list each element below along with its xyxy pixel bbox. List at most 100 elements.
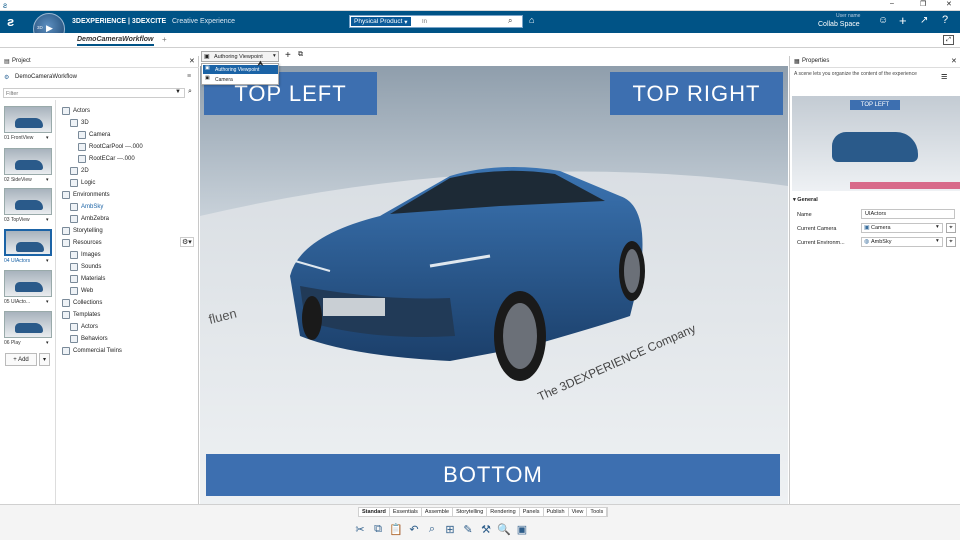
share-icon[interactable]: ↗: [920, 15, 928, 26]
zoom-fit-icon[interactable]: ⌕: [424, 522, 440, 536]
chevron-down-icon[interactable]: ▾: [46, 135, 49, 141]
copy-icon[interactable]: ⧉: [370, 522, 386, 536]
tree-item[interactable]: Storytelling: [62, 225, 103, 236]
tab-rendering[interactable]: Rendering: [487, 508, 520, 516]
chevron-down-icon[interactable]: ▾: [46, 340, 49, 346]
add-scene-button[interactable]: + Add: [5, 353, 37, 366]
tab-democameraworkflow[interactable]: DemoCameraWorkflow: [77, 36, 154, 46]
camera-pick-icon[interactable]: ⌖: [946, 223, 956, 233]
viewpoint-settings-icon[interactable]: ⧉: [298, 51, 303, 59]
undo-icon[interactable]: ↶: [406, 522, 422, 536]
tree-item[interactable]: Images: [70, 249, 101, 260]
search-scope-dropdown[interactable]: Physical Product ▾: [351, 17, 411, 26]
tag-icon[interactable]: ⌂: [529, 15, 534, 25]
search-input[interactable]: [422, 17, 502, 26]
tree-item[interactable]: Commercial Twins: [62, 345, 122, 356]
collab-space[interactable]: Collab Space: [818, 21, 860, 28]
cube-icon[interactable]: ▣: [514, 522, 530, 536]
tree-item[interactable]: Actors: [70, 321, 98, 332]
tools-icon[interactable]: ⚒: [478, 522, 494, 536]
filter-box: ▼: [3, 88, 185, 98]
tree-item[interactable]: RootCarPool ---.000: [78, 141, 143, 152]
scene-thumbnail[interactable]: [4, 311, 52, 338]
options-icon[interactable]: ≡: [187, 73, 191, 80]
tab-panels[interactable]: Panels: [520, 508, 544, 516]
layout-icon[interactable]: ⊞: [442, 522, 458, 536]
name-field[interactable]: UIActors: [861, 209, 955, 219]
tab-project[interactable]: Project: [12, 58, 31, 64]
add-icon[interactable]: +: [899, 13, 907, 28]
add-tab-button[interactable]: +: [162, 35, 167, 44]
tab-tools[interactable]: Tools: [587, 508, 608, 516]
tree-item[interactable]: Behaviors: [70, 333, 108, 344]
chevron-down-icon[interactable]: ▾: [46, 299, 49, 305]
tree-item-label: Collections: [73, 299, 103, 306]
tree-item[interactable]: AmbZebra: [70, 213, 109, 224]
tree-item[interactable]: RootECar ---.000: [78, 153, 135, 164]
close-icon[interactable]: ✕: [951, 57, 957, 65]
fullscreen-icon[interactable]: ⤢: [943, 35, 954, 45]
section-general[interactable]: ▾ General: [793, 197, 818, 203]
tree-item[interactable]: Templates: [62, 309, 100, 320]
environment-pick-icon[interactable]: ⌖: [946, 237, 956, 247]
filter-input[interactable]: [6, 90, 166, 97]
filter-icon[interactable]: ▼: [175, 89, 181, 95]
environment-select[interactable]: ◍ AmbSky ▾: [861, 237, 943, 247]
scene-thumbnail[interactable]: [4, 188, 52, 215]
add-options-dropdown[interactable]: ▾: [39, 353, 50, 366]
tab-standard[interactable]: Standard: [359, 508, 390, 516]
tree-item[interactable]: AmbSky: [70, 201, 103, 212]
3d-viewport[interactable]: The 3DEXPERIENCE Company fluen TOP LEFT …: [200, 66, 788, 504]
scene-thumbnail[interactable]: [4, 270, 52, 297]
menu-item-camera[interactable]: ▣ Camera: [203, 75, 278, 84]
project-root[interactable]: DemoCameraWorkflow: [15, 74, 77, 80]
minimize-button[interactable]: –: [890, 0, 894, 7]
tree-item[interactable]: Sounds: [70, 261, 101, 272]
edit-icon[interactable]: ✎: [460, 522, 476, 536]
paste-icon[interactable]: 📋: [388, 522, 404, 536]
search-icon[interactable]: ⌕: [188, 88, 192, 96]
scene-thumbnail[interactable]: [4, 106, 52, 133]
camera-select[interactable]: ▣ Camera ▾: [861, 223, 943, 233]
scene-thumbnail[interactable]: [4, 148, 52, 175]
cut-icon[interactable]: ✂: [352, 522, 368, 536]
tree-item[interactable]: Resources: [62, 237, 102, 248]
search-icon[interactable]: ⌕: [508, 16, 512, 26]
tree-item[interactable]: Camera: [78, 129, 110, 140]
thumbnail-car: [15, 200, 43, 210]
tab-properties[interactable]: Properties: [802, 58, 829, 64]
panel-divider: [55, 100, 56, 504]
scene-render: The 3DEXPERIENCE Company fluen: [200, 66, 788, 504]
chevron-down-icon[interactable]: ▾: [46, 217, 49, 223]
user-avatar-icon[interactable]: ☺: [878, 15, 888, 26]
camera-label: Current Camera: [797, 225, 837, 232]
menu-item-authoring-viewpoint[interactable]: ▣ Authoring Viewpoint: [203, 65, 278, 74]
tree-item[interactable]: 3D: [70, 117, 89, 128]
chevron-down-icon[interactable]: ▾: [46, 177, 49, 183]
chevron-down-icon: ▾: [936, 224, 939, 230]
add-viewpoint-button[interactable]: +: [285, 50, 291, 61]
tree-item[interactable]: 2D: [70, 165, 89, 176]
tree-item[interactable]: Collections: [62, 297, 102, 308]
search-icon[interactable]: 🔍: [496, 522, 512, 536]
tab-publish[interactable]: Publish: [544, 508, 569, 516]
close-icon[interactable]: ✕: [189, 57, 195, 65]
tab-assemble[interactable]: Assemble: [422, 508, 454, 516]
tree-item[interactable]: Environments: [62, 189, 110, 200]
maximize-button[interactable]: ❐: [920, 0, 926, 8]
resources-options-icon[interactable]: ⚙▾: [180, 237, 194, 247]
tree-item[interactable]: Web: [70, 285, 93, 296]
tab-view[interactable]: View: [569, 508, 588, 516]
tree-item[interactable]: Actors: [62, 105, 90, 116]
tree-item[interactable]: Materials: [70, 273, 105, 284]
tab-essentials[interactable]: Essentials: [390, 508, 422, 516]
menu-icon[interactable]: ≡: [941, 71, 947, 83]
scene-thumbnail[interactable]: [4, 229, 52, 256]
tree-node-icon: [70, 286, 78, 295]
tab-storytelling[interactable]: Storytelling: [453, 508, 488, 516]
viewpoint-dropdown[interactable]: ▣ Authoring Viewpoint ▾: [201, 51, 279, 62]
chevron-down-icon[interactable]: ▾: [46, 258, 49, 264]
close-window-button[interactable]: ✕: [946, 0, 952, 8]
tree-item[interactable]: Logic: [70, 177, 95, 188]
help-icon[interactable]: ?: [942, 14, 948, 26]
